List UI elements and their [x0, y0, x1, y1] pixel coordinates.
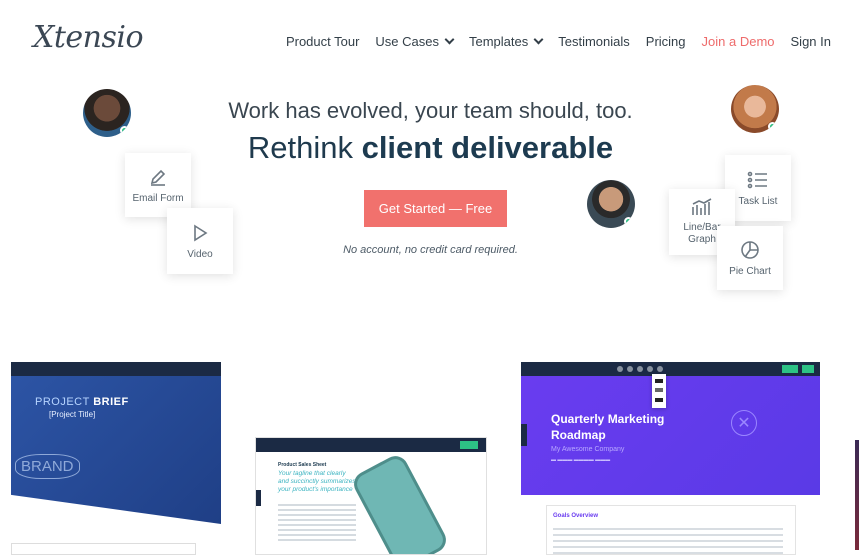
chevron-down-icon — [444, 34, 455, 45]
goals-heading: Goals Overview — [553, 513, 599, 519]
sales-sheet-preview[interactable]: Product Sales Sheet Your tagline that cl… — [255, 437, 487, 555]
bar-graph-icon — [692, 198, 712, 215]
get-started-button[interactable]: Get Started — Free — [364, 190, 507, 227]
chevron-down-icon — [533, 34, 544, 45]
nav-label: Testimonials — [558, 34, 630, 49]
nav-sign-in[interactable]: Sign In — [791, 34, 831, 49]
avatar — [83, 89, 131, 137]
nav-label: Sign In — [790, 34, 831, 49]
play-icon — [194, 224, 208, 241]
pencil-icon — [150, 169, 166, 186]
site-header: Xtensio Product Tour Use Cases Templates… — [0, 0, 861, 80]
sales-tagline: Your tagline that clearly and succinctly… — [278, 470, 356, 494]
nav-label: Join a Demo — [701, 34, 775, 49]
hero-title-bold: client deliverable — [361, 130, 614, 165]
project-brief-preview[interactable]: PROJECT BRIEF [Project Title] BRAND — [11, 362, 221, 524]
text-placeholder — [553, 528, 783, 554]
online-status-icon — [768, 122, 777, 131]
nav-pricing[interactable]: Pricing — [646, 34, 686, 49]
roadmap-title-line: Quarterly Marketing — [551, 412, 665, 426]
roadmap-lower-page: Goals Overview — [546, 505, 796, 555]
brief-heading-light: PROJECT — [35, 396, 94, 408]
sales-heading: Product Sales Sheet — [278, 462, 327, 468]
hero-title-plain: Rethink — [247, 130, 362, 165]
online-status-icon — [624, 217, 633, 226]
brief-lower-page — [11, 543, 196, 555]
editor-toolbar — [11, 362, 221, 376]
brief-heading-bold: BRIEF — [93, 396, 129, 408]
roadmap-company: My Awesome Company — [551, 446, 625, 453]
context-menu[interactable] — [652, 374, 666, 408]
main-nav: Product Tour Use Cases Templates Testimo… — [286, 34, 831, 49]
nav-product-tour[interactable]: Product Tour — [286, 34, 359, 49]
pie-chart-card: Pie Chart — [717, 226, 783, 290]
next-preview-edge — [855, 440, 859, 550]
card-label: Video — [187, 248, 213, 260]
roadmap-preview[interactable]: Quarterly Marketing Roadmap My Awesome Co… — [521, 362, 820, 495]
card-label: Pie Chart — [729, 265, 771, 277]
online-status-icon — [120, 126, 129, 135]
editor-toolbar — [256, 438, 486, 452]
text-placeholder — [278, 504, 356, 544]
nav-label: Pricing — [645, 34, 686, 49]
nav-label: Templates — [469, 34, 529, 49]
card-label: Email Form — [132, 192, 184, 204]
toolbar-button — [782, 365, 798, 373]
toolbar-button — [460, 441, 478, 449]
roadmap-meta: ▬ ▬▬▬ ▬▬▬▬ ▬▬▬ — [551, 457, 611, 463]
nav-templates[interactable]: Templates — [469, 34, 544, 49]
nav-label: Use Cases — [375, 34, 439, 49]
card-label: Task List — [738, 195, 778, 207]
nav-label: Product Tour — [285, 34, 360, 49]
xtensio-logo[interactable]: Xtensio — [33, 20, 144, 55]
brief-subtitle: [Project Title] — [49, 410, 96, 419]
list-icon — [747, 171, 767, 188]
side-tab — [521, 424, 527, 446]
compass-icon: ✕ — [731, 410, 757, 436]
video-card: Video — [167, 208, 233, 274]
roadmap-title: Quarterly Marketing Roadmap — [551, 412, 664, 443]
side-tab — [256, 490, 261, 506]
avatar — [587, 180, 635, 228]
brief-heading: PROJECT BRIEF — [35, 396, 129, 408]
roadmap-title-line: Roadmap — [551, 427, 606, 442]
brand-sketch: BRAND — [15, 454, 80, 479]
nav-use-cases[interactable]: Use Cases — [375, 34, 455, 49]
nav-testimonials[interactable]: Testimonials — [558, 34, 630, 49]
nav-join-demo[interactable]: Join a Demo — [702, 34, 775, 49]
phone-illustration — [353, 455, 447, 554]
editor-toolbar — [521, 362, 820, 376]
avatar — [731, 85, 779, 133]
toolbar-button — [802, 365, 814, 373]
pie-chart-icon — [741, 240, 759, 259]
